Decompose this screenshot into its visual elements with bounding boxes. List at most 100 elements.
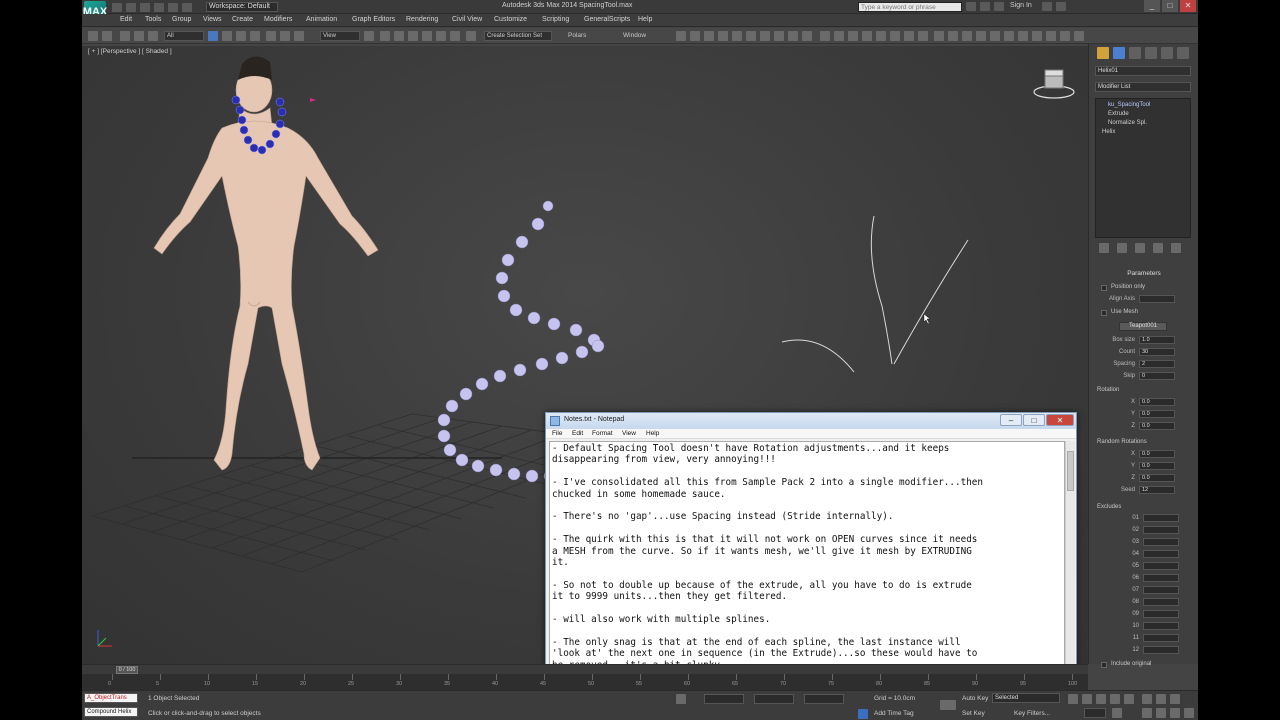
layer-manager-icon[interactable] (704, 31, 714, 41)
modify-tab-icon[interactable] (1113, 47, 1125, 59)
script-button-11-icon[interactable] (962, 31, 972, 41)
undo-icon[interactable] (88, 31, 98, 41)
exclude-spinner[interactable] (1143, 514, 1179, 522)
seed-spinner[interactable]: 12 (1139, 486, 1175, 494)
time-tag-icon[interactable] (858, 709, 868, 719)
pan-view-icon[interactable] (1156, 708, 1166, 718)
curve-editor-icon[interactable] (732, 31, 742, 41)
material-editor-icon[interactable] (760, 31, 770, 41)
snaps-toggle-icon[interactable] (408, 31, 418, 41)
menu-rendering[interactable]: Rendering (406, 16, 438, 23)
spacing-spinner[interactable]: 2 (1139, 360, 1175, 368)
redo-icon[interactable] (168, 3, 178, 12)
menu-tools[interactable]: Tools (145, 16, 161, 23)
notepad-close-button[interactable]: ✕ (1046, 414, 1074, 426)
script-button-7-icon[interactable] (904, 31, 914, 41)
menu-general-scripts[interactable]: GeneralScripts (584, 16, 630, 23)
orbit-icon[interactable] (1170, 708, 1180, 718)
render-setup-icon[interactable] (774, 31, 784, 41)
exclude-spinner[interactable] (1143, 634, 1179, 642)
use-mesh-checkbox[interactable] (1101, 310, 1107, 316)
motion-tab-icon[interactable] (1145, 47, 1157, 59)
exclude-spinner[interactable] (1143, 574, 1179, 582)
notepad-title-bar[interactable]: Notes.txt - Notepad – □ ✕ (546, 413, 1076, 429)
notepad-menu-help[interactable]: Help (646, 430, 659, 437)
exchange-icon[interactable] (1042, 2, 1052, 11)
menu-edit[interactable]: Edit (120, 16, 132, 23)
save-file-icon[interactable] (140, 3, 150, 12)
parameters-rollout-title[interactable]: Parameters (1089, 270, 1198, 280)
key-selection-dropdown[interactable]: Selected (992, 693, 1060, 703)
time-slider-handle[interactable]: 0 / 100 (116, 666, 138, 674)
script-button-4-icon[interactable] (862, 31, 872, 41)
script-button-19-icon[interactable] (1074, 31, 1084, 41)
pivot-center-icon[interactable] (364, 31, 374, 41)
script-button-18-icon[interactable] (1060, 31, 1070, 41)
script-button-10-icon[interactable] (948, 31, 958, 41)
close-button[interactable]: ✕ (1180, 0, 1196, 12)
exclude-spinner[interactable] (1143, 646, 1179, 654)
workspace-dropdown[interactable]: Workspace: Default (206, 2, 278, 12)
menu-modifiers[interactable]: Modifiers (264, 16, 292, 23)
new-file-icon[interactable] (112, 3, 122, 12)
notepad-menu-format[interactable]: Format (592, 430, 613, 437)
configure-sets-icon[interactable] (1171, 243, 1181, 253)
script-button-14-icon[interactable] (1004, 31, 1014, 41)
project-folder-icon[interactable] (182, 3, 192, 12)
perspective-viewport[interactable]: [ + ] [Perspective ] [ Shaded ] Notes.tx… (82, 46, 1088, 664)
current-frame-field[interactable] (1084, 708, 1106, 718)
script-button-9-icon[interactable] (934, 31, 944, 41)
stack-item-spacing-tool[interactable]: ku_SpacingTool (1108, 102, 1150, 108)
undo-icon[interactable] (154, 3, 164, 12)
keyboard-shortcut-icon[interactable] (394, 31, 404, 41)
create-tab-icon[interactable] (1097, 47, 1109, 59)
exclude-spinner[interactable] (1143, 550, 1179, 558)
maxscript-mini-listener[interactable]: Compound Helix (84, 707, 138, 717)
notepad-minimize-button[interactable]: – (1000, 414, 1022, 426)
render-production-icon[interactable] (802, 31, 812, 41)
script-button-3-icon[interactable] (848, 31, 858, 41)
menu-scripting[interactable]: Scripting (542, 16, 569, 23)
zoom-icon[interactable] (1142, 694, 1152, 704)
notepad-menu-edit[interactable]: Edit (572, 430, 583, 437)
search-input[interactable]: Type a keyword or phrase (858, 2, 962, 12)
teapot-pick-button[interactable]: Teapot001 (1119, 322, 1167, 331)
notepad-menu-view[interactable]: View (622, 430, 636, 437)
angle-snap-icon[interactable] (422, 31, 432, 41)
exclude-spinner[interactable] (1143, 598, 1179, 606)
rotation-y-spinner[interactable]: 0.0 (1139, 410, 1175, 418)
make-unique-icon[interactable] (1135, 243, 1145, 253)
exclude-spinner[interactable] (1143, 526, 1179, 534)
edit-named-selection-icon[interactable] (466, 31, 476, 41)
percent-snap-icon[interactable] (436, 31, 446, 41)
reference-coordinate-dropdown[interactable]: View (320, 31, 360, 41)
go-to-start-icon[interactable] (1068, 694, 1078, 704)
window-crossing-icon[interactable] (250, 31, 260, 41)
set-key-button[interactable]: Set Key (962, 710, 985, 717)
exclude-spinner[interactable] (1143, 610, 1179, 618)
stack-item-helix[interactable]: Helix (1102, 129, 1115, 135)
include-original-checkbox[interactable] (1101, 662, 1107, 668)
align-axis-dropdown[interactable] (1139, 295, 1175, 303)
field-of-view-icon[interactable] (1142, 708, 1152, 718)
link-icon[interactable] (120, 31, 130, 41)
auto-key-button[interactable]: Auto Key (962, 695, 988, 702)
communication-icon[interactable] (994, 2, 1004, 11)
box-size-spinner[interactable]: 1.0 (1139, 336, 1175, 344)
random-y-spinner[interactable]: 0.0 (1139, 462, 1175, 470)
show-end-result-icon[interactable] (1117, 243, 1127, 253)
script-button-17-icon[interactable] (1046, 31, 1056, 41)
exclude-spinner[interactable] (1143, 538, 1179, 546)
signin-link[interactable]: Sign In (1010, 2, 1032, 9)
random-x-spinner[interactable]: 0.0 (1139, 450, 1175, 458)
bind-space-warp-icon[interactable] (148, 31, 158, 41)
search-icon[interactable] (966, 2, 976, 11)
move-icon[interactable] (266, 31, 276, 41)
graphite-ribbon-icon[interactable] (718, 31, 728, 41)
minimize-button[interactable]: _ (1144, 0, 1160, 12)
select-manipulate-icon[interactable] (380, 31, 390, 41)
redo-icon[interactable] (102, 31, 112, 41)
rendered-frame-icon[interactable] (788, 31, 798, 41)
unlink-icon[interactable] (134, 31, 144, 41)
display-tab-icon[interactable] (1161, 47, 1173, 59)
